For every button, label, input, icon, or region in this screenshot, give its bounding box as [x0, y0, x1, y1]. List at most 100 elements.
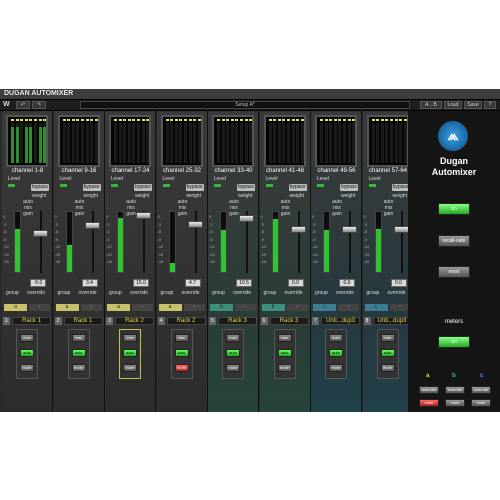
bypass-button[interactable]: bypass [134, 184, 152, 191]
channel-meter[interactable] [160, 115, 203, 167]
weight-fader-track[interactable] [297, 211, 300, 273]
recall-safe-button[interactable]: recall-safe [438, 235, 470, 247]
auto-button[interactable]: auto [226, 349, 240, 357]
weight-fader-knob[interactable] [187, 220, 203, 228]
override-select[interactable]: - [286, 304, 308, 311]
help-button[interactable]: ? [484, 101, 496, 109]
rack-name[interactable]: Rack 3 [269, 317, 309, 325]
mute-button[interactable]: mute [174, 364, 189, 372]
man-button[interactable]: man [277, 334, 292, 342]
override-select[interactable]: - [132, 304, 153, 311]
group-select[interactable]: a [107, 304, 130, 311]
weight-value[interactable]: -5.0 [30, 279, 46, 287]
weight-fader-track[interactable] [349, 211, 351, 273]
group-select[interactable]: a [4, 304, 27, 311]
rack-name[interactable]: Unti...dup3 [372, 317, 412, 325]
mute-button[interactable]: mute [329, 364, 343, 372]
channel-meter[interactable] [263, 115, 306, 167]
auto-button[interactable]: auto [174, 349, 189, 357]
rack-name[interactable]: Unti...dup3 [321, 317, 360, 325]
weight-value[interactable]: 10.5 [236, 279, 252, 287]
group-select[interactable]: c [313, 304, 336, 311]
channel-meter[interactable] [57, 115, 100, 167]
weight-value[interactable]: 0.0 [339, 279, 355, 287]
man-button[interactable]: man [20, 334, 34, 342]
weight-value[interactable]: 0.0 [287, 279, 304, 287]
man-button[interactable]: man [71, 334, 86, 342]
channel-meter[interactable] [109, 115, 151, 167]
bypass-button[interactable]: bypass [340, 184, 358, 191]
setup-name-field[interactable]: Setup A* [80, 101, 410, 109]
group-a-mute-button[interactable]: mute [419, 399, 439, 407]
man-button[interactable]: man [226, 334, 240, 342]
override-select[interactable]: - [183, 304, 205, 311]
override-select[interactable]: - [235, 304, 256, 311]
man-button[interactable]: man [380, 334, 395, 342]
auto-button[interactable]: auto [380, 349, 395, 357]
meters-on-button[interactable]: on [438, 336, 470, 348]
group-c-override-button[interactable]: override [471, 386, 491, 394]
man-button[interactable]: man [329, 334, 343, 342]
weight-fader-knob[interactable] [342, 226, 357, 234]
channel-meter[interactable] [212, 115, 254, 167]
override-select[interactable]: - [80, 304, 102, 311]
weight-value[interactable]: 3.4 [81, 279, 98, 287]
rack-name[interactable]: Rack 1 [63, 317, 103, 325]
undo-button[interactable]: ↶ [16, 101, 30, 109]
override-select[interactable]: - [338, 304, 359, 311]
mute-button[interactable]: mute [20, 364, 34, 372]
weight-fader-knob[interactable] [33, 230, 48, 238]
group-select[interactable]: a [55, 304, 79, 311]
auto-button[interactable]: auto [71, 349, 86, 357]
group-select[interactable]: a [158, 304, 182, 311]
auto-button[interactable]: auto [20, 349, 34, 357]
bypass-button[interactable]: bypass [185, 184, 204, 191]
reset-button[interactable]: reset [438, 266, 470, 278]
man-button[interactable]: man [174, 334, 189, 342]
bypass-button[interactable]: bypass [82, 184, 101, 191]
redo-button[interactable]: ↷ [32, 101, 46, 109]
bypass-button[interactable]: bypass [288, 184, 307, 191]
group-select[interactable]: b [261, 304, 285, 311]
weight-value[interactable]: 4.7 [184, 279, 201, 287]
weight-fader-knob[interactable] [290, 226, 306, 234]
auto-button[interactable]: auto [123, 349, 137, 357]
mute-button[interactable]: mute [380, 364, 395, 372]
weight-fader-knob[interactable] [393, 226, 409, 234]
load-button[interactable]: Load [444, 101, 462, 109]
mute-button[interactable]: mute [226, 364, 240, 372]
rack-name[interactable]: Rack 2 [166, 317, 206, 325]
group-b-mute-button[interactable]: mute [445, 399, 465, 407]
man-button[interactable]: man [123, 334, 137, 342]
auto-button[interactable]: auto [329, 349, 343, 357]
group-a-override-button[interactable]: override [419, 386, 439, 394]
group-b-override-button[interactable]: override [445, 386, 465, 394]
rack-name[interactable]: Rack 3 [218, 317, 257, 325]
channel-meter[interactable] [6, 115, 48, 167]
weight-value[interactable]: 0.0 [390, 279, 407, 287]
mute-button[interactable]: mute [123, 364, 137, 372]
bypass-button[interactable]: bypass [237, 184, 255, 191]
group-c-mute-button[interactable]: mute [471, 399, 491, 407]
save-button[interactable]: Save [464, 101, 482, 109]
rack-name[interactable]: Rack 2 [115, 317, 154, 325]
mute-button[interactable]: mute [71, 364, 86, 372]
auto-button[interactable]: auto [277, 349, 292, 357]
mute-button[interactable]: mute [277, 364, 292, 372]
weight-fader-knob[interactable] [136, 212, 151, 220]
channel-meter[interactable] [366, 115, 409, 167]
weight-fader-knob[interactable] [84, 222, 100, 229]
group-select[interactable]: c [364, 304, 388, 311]
channel-meter[interactable] [315, 115, 357, 167]
weight-fader-track[interactable] [40, 211, 42, 273]
bypass-button[interactable]: bypass [391, 184, 410, 191]
on-button[interactable]: on [438, 203, 470, 215]
compare-button[interactable]: A→B [420, 101, 442, 109]
weight-fader-track[interactable] [91, 211, 94, 273]
weight-fader-track[interactable] [400, 211, 403, 273]
weight-fader-knob[interactable] [239, 215, 254, 223]
weight-value[interactable]: 15.0 [133, 279, 149, 287]
bypass-button[interactable]: bypass [31, 184, 49, 191]
weight-fader-track[interactable] [143, 211, 145, 273]
rack-name[interactable]: Rack 1 [12, 317, 51, 325]
